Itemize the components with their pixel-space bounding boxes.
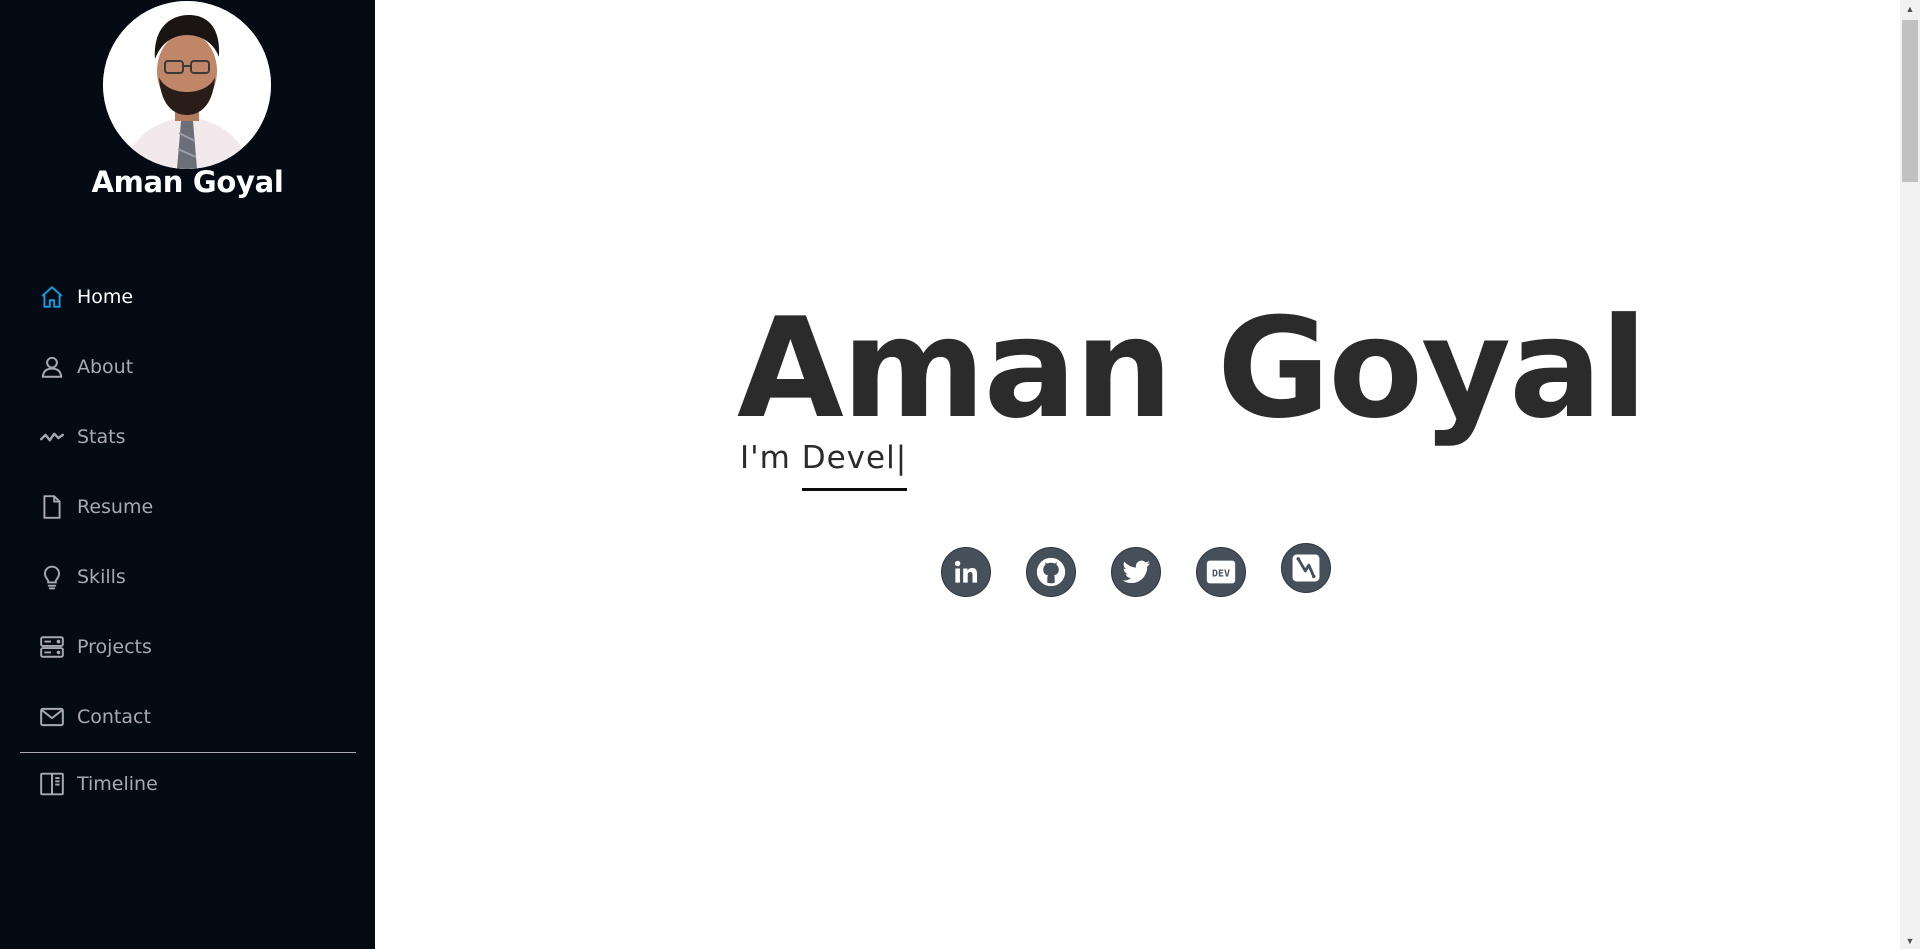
hero-title: Aman Goyal xyxy=(737,288,1647,449)
typed-value: Devel xyxy=(801,440,896,476)
page-scrollbar[interactable]: ▲ ▼ xyxy=(1900,0,1920,949)
lightbulb-icon xyxy=(39,564,65,590)
sidebar-item-label: Stats xyxy=(77,426,126,448)
sidebar-nav: Home About Stats Resume Skills Projects … xyxy=(0,262,375,752)
sidebar-item-label: Resume xyxy=(77,496,154,518)
codeforces-link[interactable] xyxy=(1281,543,1331,593)
avatar xyxy=(103,1,271,169)
dev-icon-text: DEV xyxy=(1212,569,1230,580)
file-icon xyxy=(39,494,65,520)
hero-subtitle: I'm Devel| xyxy=(740,440,908,491)
sidebar-item-about[interactable]: About xyxy=(0,332,375,402)
sidebar-timeline-section: Timeline xyxy=(0,749,375,819)
profile-name: Aman Goyal xyxy=(91,165,284,199)
sidebar: Aman Goyal Home About Stats Resume Skill… xyxy=(0,0,375,949)
scroll-thumb[interactable] xyxy=(1902,20,1918,182)
sidebar-item-skills[interactable]: Skills xyxy=(0,542,375,612)
subtitle-prefix: I'm xyxy=(740,440,802,476)
linkedin-icon xyxy=(949,555,983,589)
envelope-icon xyxy=(39,704,65,730)
hero-section: Aman Goyal I'm Devel| DEV xyxy=(375,0,1900,949)
codeforces-icon xyxy=(1289,551,1323,585)
typed-text: Devel| xyxy=(801,440,908,491)
social-links: DEV xyxy=(941,543,1366,597)
twitter-link[interactable] xyxy=(1111,547,1161,597)
sidebar-item-home[interactable]: Home xyxy=(0,262,375,332)
profile-photo xyxy=(103,1,271,169)
sidebar-item-stats[interactable]: Stats xyxy=(0,402,375,472)
sidebar-item-projects[interactable]: Projects xyxy=(0,612,375,682)
sidebar-item-label: About xyxy=(77,356,134,378)
scroll-down-arrow-icon[interactable]: ▼ xyxy=(1900,932,1920,949)
dev-icon: DEV xyxy=(1204,555,1238,589)
sidebar-item-timeline[interactable]: Timeline xyxy=(0,749,375,819)
sidebar-item-label: Home xyxy=(77,286,134,308)
sidebar-item-label: Projects xyxy=(77,636,152,658)
server-icon xyxy=(39,634,65,660)
github-link[interactable] xyxy=(1026,547,1076,597)
typing-caret: | xyxy=(895,440,908,476)
sidebar-item-contact[interactable]: Contact xyxy=(0,682,375,752)
github-icon xyxy=(1034,555,1068,589)
home-icon xyxy=(39,284,65,310)
activity-icon xyxy=(39,424,65,450)
twitter-icon xyxy=(1119,555,1153,589)
sidebar-item-label: Contact xyxy=(77,706,151,728)
dev-link[interactable]: DEV xyxy=(1196,547,1246,597)
sidebar-item-resume[interactable]: Resume xyxy=(0,472,375,542)
scroll-up-arrow-icon[interactable]: ▲ xyxy=(1900,0,1920,17)
sidebar-item-label: Timeline xyxy=(77,773,158,795)
layout-icon xyxy=(39,771,65,797)
linkedin-link[interactable] xyxy=(941,547,991,597)
sidebar-item-label: Skills xyxy=(77,566,126,588)
person-icon xyxy=(39,354,65,380)
